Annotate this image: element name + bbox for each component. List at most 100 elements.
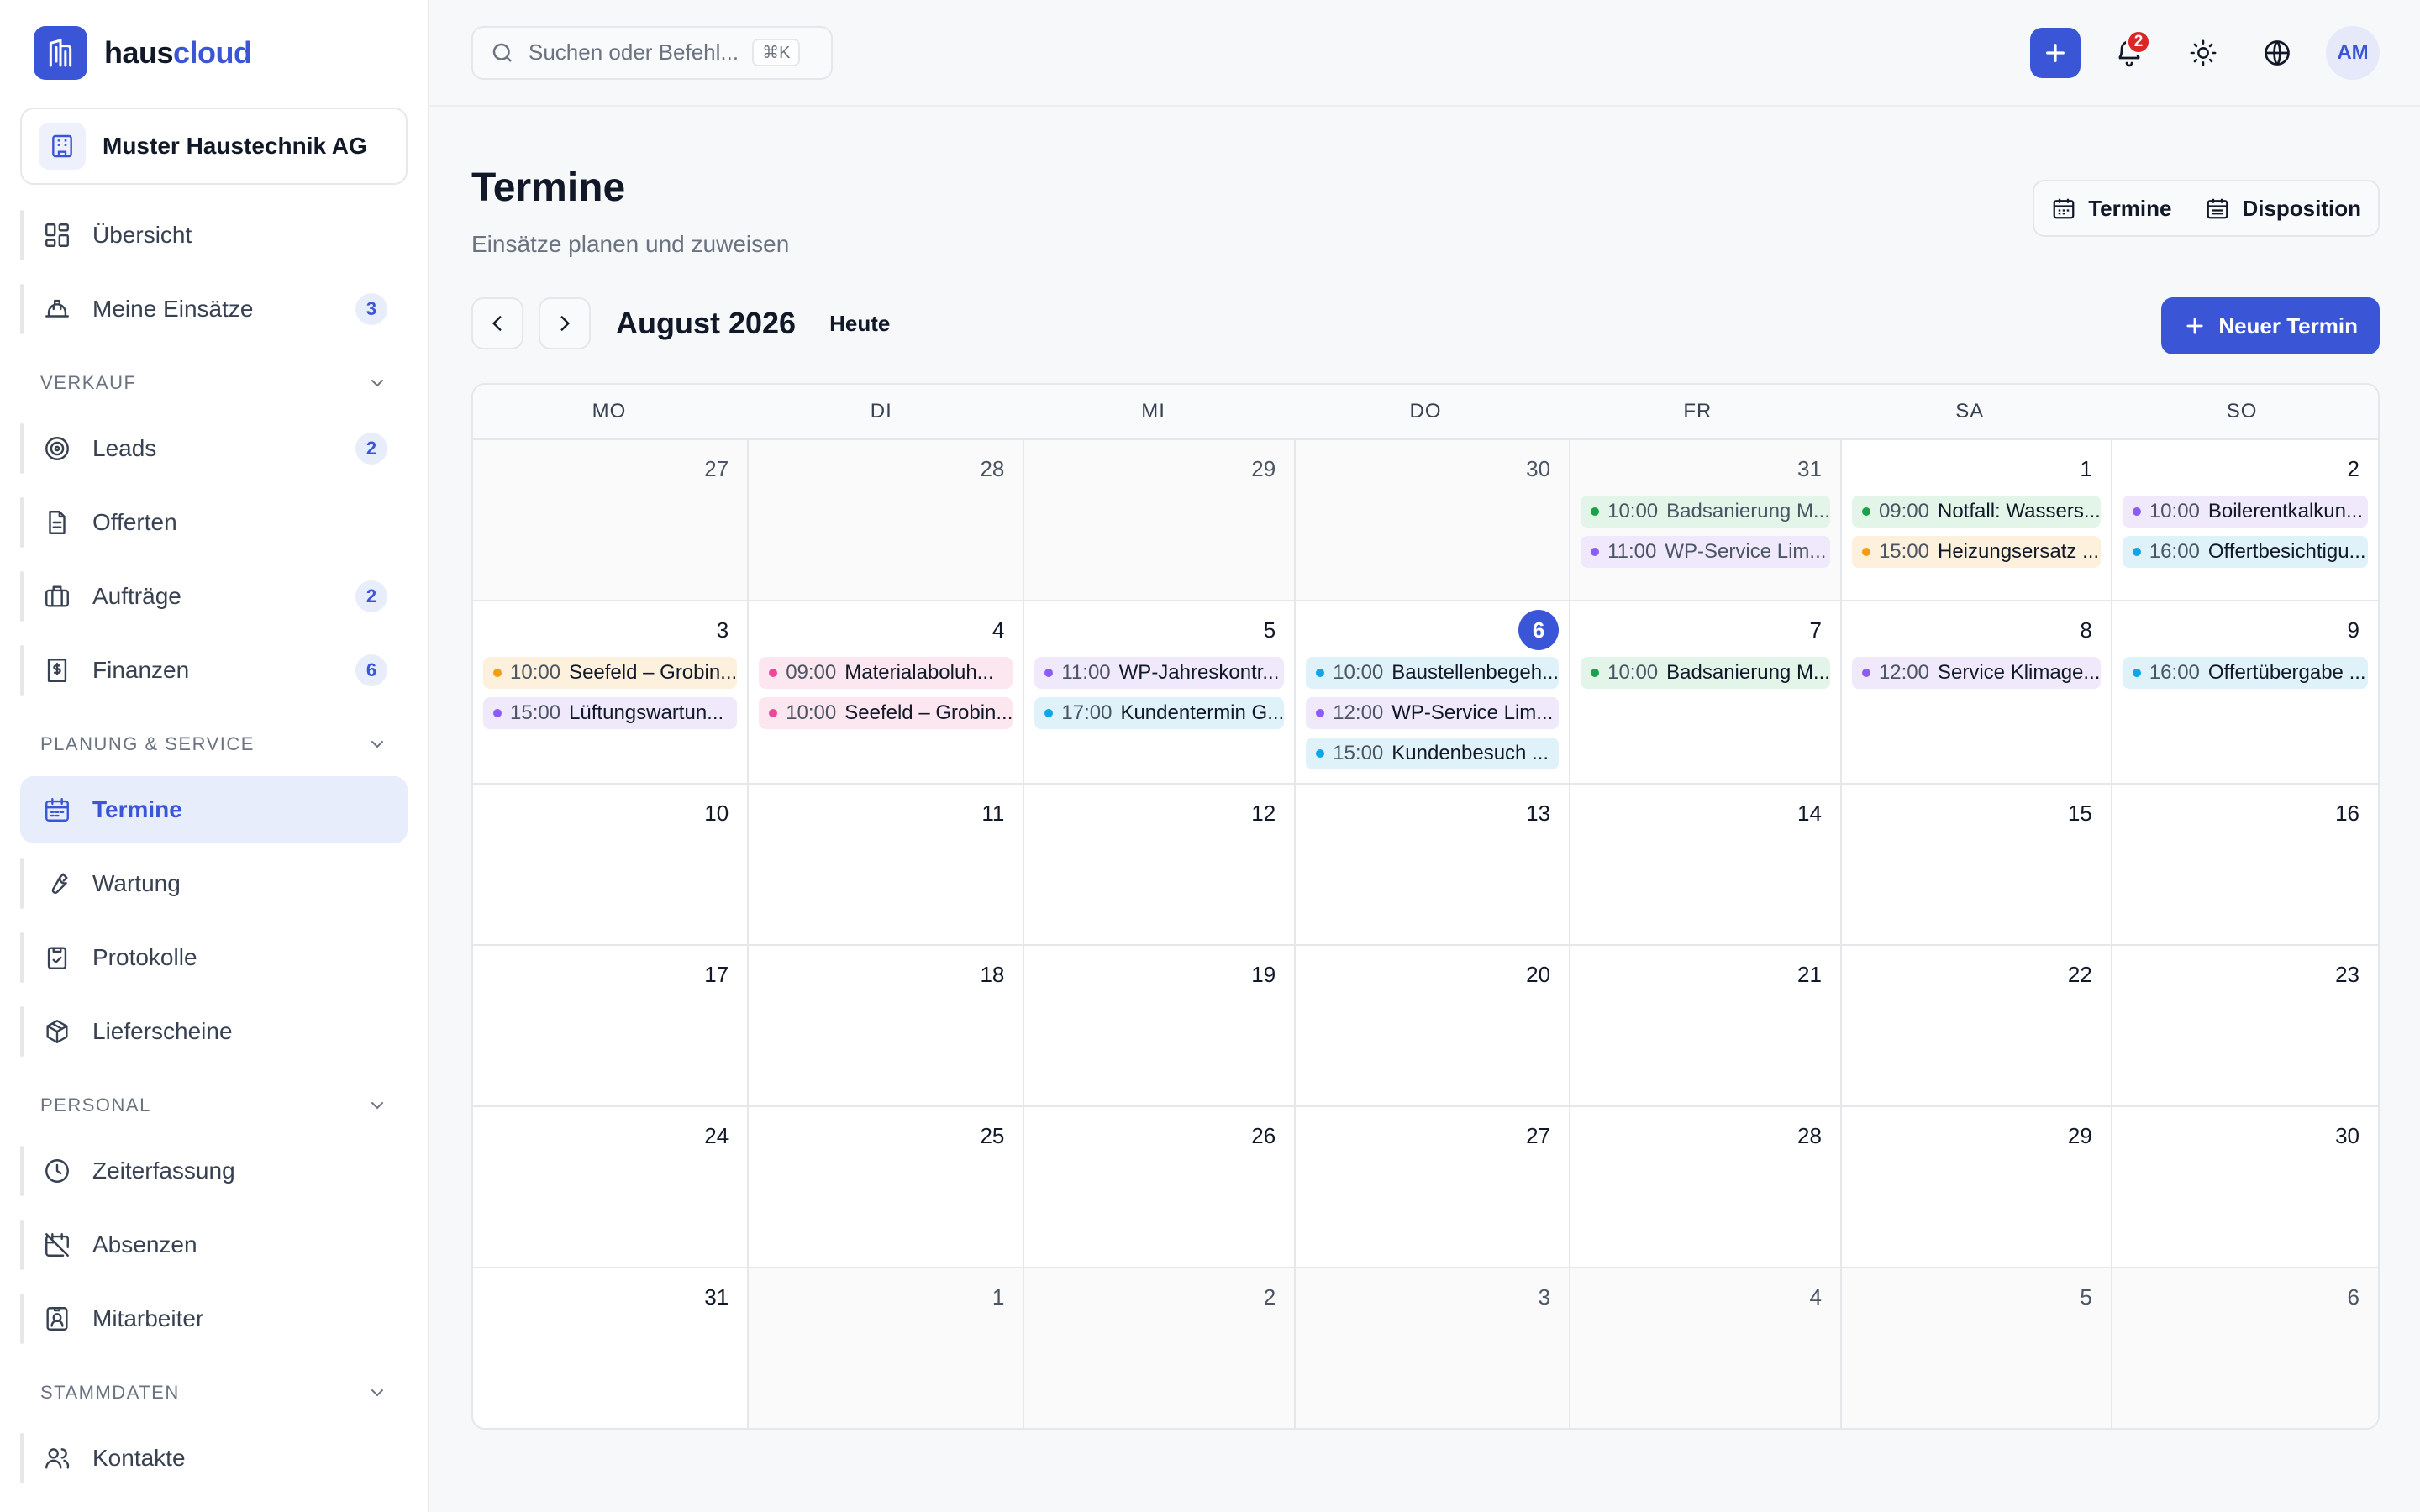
calendar-day-cell[interactable]: 2 10:00 Boilerentkalkun... 16:00 Offertbesic… bbox=[2112, 440, 2378, 601]
calendar-day-cell[interactable]: 30 bbox=[2112, 1107, 2378, 1268]
calendar-event[interactable]: 12:00 Service Klimage... bbox=[1851, 657, 2101, 689]
sidebar-item-lieferscheine[interactable]: Lieferscheine bbox=[20, 998, 408, 1065]
sidebar-item-kontakte[interactable]: Kontakte bbox=[20, 1425, 408, 1492]
calendar-day-cell[interactable]: 20 bbox=[1296, 946, 1571, 1107]
view-disposition-button[interactable]: Disposition bbox=[2205, 196, 2361, 222]
calendar-day-cell[interactable]: 31 bbox=[473, 1268, 750, 1428]
calendar-event[interactable]: 11:00 WP-Service Lim... bbox=[1581, 536, 1830, 568]
sidebar-item-zeiterfassung[interactable]: Zeiterfassung bbox=[20, 1137, 408, 1205]
calendar-day-cell[interactable]: 11 bbox=[749, 785, 1025, 946]
today-button[interactable]: Heute bbox=[829, 311, 890, 337]
calendar-event[interactable]: 10:00 Badsanierung M... bbox=[1581, 496, 1830, 528]
calendar-event[interactable]: 16:00 Offertbesichtigu... bbox=[2122, 536, 2368, 568]
brand[interactable]: hauscloud bbox=[20, 0, 408, 106]
sidebar-item-finanzen[interactable]: Finanzen 6 bbox=[20, 637, 408, 704]
calendar-day-cell[interactable]: 9 16:00 Offertübergabe ... bbox=[2112, 601, 2378, 785]
section-title: Personal bbox=[40, 1095, 151, 1116]
calendar-day-cell[interactable]: 12 bbox=[1024, 785, 1297, 946]
calendar-event[interactable]: 15:00 Kundenbesuch ... bbox=[1306, 738, 1560, 769]
sidebar-item-meine-einsatze[interactable]: Meine Einsätze 3 bbox=[20, 276, 408, 343]
calendar-event[interactable]: 15:00 Heizungsersatz ... bbox=[1851, 536, 2101, 568]
calendar-day-cell[interactable]: 6 bbox=[2112, 1268, 2378, 1428]
calendar-day-cell[interactable]: 21 bbox=[1570, 946, 1842, 1107]
calendar-day-cell[interactable]: 10 bbox=[473, 785, 750, 946]
calendar-day-cell[interactable]: 30 bbox=[1296, 440, 1571, 601]
event-title: Badsanierung M... bbox=[1666, 500, 1830, 522]
weekday-label: MI bbox=[1141, 400, 1165, 423]
calendar-day-cell[interactable]: 17 bbox=[473, 946, 750, 1107]
sidebar-item-leads[interactable]: Leads 2 bbox=[20, 415, 408, 482]
language-button[interactable] bbox=[2252, 28, 2302, 78]
calendar-day-cell[interactable]: 27 bbox=[473, 440, 750, 601]
calendar-day-cell[interactable]: 2 bbox=[1024, 1268, 1297, 1428]
calendar-event[interactable]: 10:00 Baustellenbegeh... bbox=[1306, 657, 1560, 689]
day-number: 16 bbox=[2335, 800, 2360, 826]
calendar-event[interactable]: 11:00 WP-Jahreskontr... bbox=[1034, 657, 1285, 689]
section-header-planung-service[interactable]: Planung & Service bbox=[20, 719, 408, 769]
previous-month-button[interactable] bbox=[471, 297, 523, 349]
calendar-event[interactable]: 16:00 Offertübergabe ... bbox=[2122, 657, 2368, 689]
calendar-day-cell[interactable]: 4 bbox=[1570, 1268, 1842, 1428]
company-name: Muster Haustechnik AG bbox=[103, 133, 367, 159]
view-termine-button[interactable]: Termine bbox=[2051, 196, 2171, 222]
sidebar-item-termine[interactable]: Termine bbox=[20, 776, 408, 843]
calendar-day-cell[interactable]: 6 10:00 Baustellenbegeh... 12:00 WP-Service … bbox=[1296, 601, 1571, 785]
calendar-day-cell[interactable]: 25 bbox=[749, 1107, 1025, 1268]
calendar-day-cell[interactable]: 28 bbox=[749, 440, 1025, 601]
sidebar-item-protokolle[interactable]: Protokolle bbox=[20, 924, 408, 991]
calendar-day-cell[interactable]: 8 12:00 Service Klimage... bbox=[1841, 601, 2112, 785]
calendar-event[interactable]: 10:00 Seefeld – Grobin... bbox=[759, 697, 1013, 729]
section-header-verkauf[interactable]: Verkauf bbox=[20, 358, 408, 408]
calendar-day-cell[interactable]: 1 09:00 Notfall: Wassers... 15:00 Heizungser… bbox=[1841, 440, 2112, 601]
sidebar-item-label: Finanzen bbox=[92, 657, 190, 683]
calendar-day-cell[interactable]: 5 bbox=[1841, 1268, 2112, 1428]
calendar-day-cell[interactable]: 1 bbox=[749, 1268, 1025, 1428]
calendar-event[interactable]: 15:00 Lüftungswartun... bbox=[483, 697, 738, 729]
calendar-day-cell[interactable]: 14 bbox=[1570, 785, 1842, 946]
calendar-event[interactable]: 09:00 Notfall: Wassers... bbox=[1851, 496, 2101, 528]
chevron-left-icon bbox=[492, 316, 502, 331]
calendar-day-cell[interactable]: 22 bbox=[1841, 946, 2112, 1107]
company-switcher[interactable]: Muster Haustechnik AG bbox=[20, 108, 408, 185]
calendar-event[interactable]: 10:00 Boilerentkalkun... bbox=[2122, 496, 2368, 528]
sidebar-item-wartung[interactable]: Wartung bbox=[20, 850, 408, 917]
new-appointment-button[interactable]: Neuer Termin bbox=[2161, 297, 2380, 354]
calendar-day-cell[interactable]: 31 10:00 Badsanierung M... 11:00 WP-Service … bbox=[1570, 440, 1842, 601]
quick-add-button[interactable] bbox=[2030, 27, 2081, 78]
calendar-event[interactable]: 10:00 Seefeld – Grobin... bbox=[483, 657, 738, 689]
calendar-day-cell[interactable]: 26 bbox=[1024, 1107, 1297, 1268]
calendar-day-cell[interactable]: 24 bbox=[473, 1107, 750, 1268]
calendar-day-cell[interactable]: 15 bbox=[1841, 785, 2112, 946]
calendar-day-cell[interactable]: 5 11:00 WP-Jahreskontr... 17:00 Kundentermin… bbox=[1024, 601, 1297, 785]
calendar-day-cell[interactable]: 18 bbox=[749, 946, 1025, 1107]
calendar-day-cell[interactable]: 16 bbox=[2112, 785, 2378, 946]
sidebar-item-ubersicht[interactable]: Übersicht bbox=[20, 202, 408, 269]
calendar-event[interactable]: 12:00 WP-Service Lim... bbox=[1306, 697, 1560, 729]
calendar-day-cell[interactable]: 28 bbox=[1570, 1107, 1842, 1268]
calendar-day-cell[interactable]: 13 bbox=[1296, 785, 1571, 946]
calendar-day-cell[interactable]: 19 bbox=[1024, 946, 1297, 1107]
event-color-dot bbox=[769, 669, 778, 677]
calendar-day-cell[interactable]: 4 09:00 Materialaboluh... 10:00 Seefeld – Gr… bbox=[749, 601, 1025, 785]
theme-toggle-button[interactable] bbox=[2178, 28, 2228, 78]
notifications-button[interactable]: 2 bbox=[2104, 28, 2154, 78]
calendar-event[interactable]: 10:00 Badsanierung M... bbox=[1581, 657, 1830, 689]
calendar-event[interactable]: 09:00 Materialaboluh... bbox=[759, 657, 1013, 689]
sidebar-item-auftrage[interactable]: Aufträge 2 bbox=[20, 563, 408, 630]
calendar-day-cell[interactable]: 29 bbox=[1024, 440, 1297, 601]
calendar-day-cell[interactable]: 27 bbox=[1296, 1107, 1571, 1268]
calendar-event[interactable]: 17:00 Kundentermin G... bbox=[1034, 697, 1285, 729]
section-header-personal[interactable]: Personal bbox=[20, 1080, 408, 1131]
sidebar-item-offerten[interactable]: Offerten bbox=[20, 489, 408, 556]
calendar-day-cell[interactable]: 23 bbox=[2112, 946, 2378, 1107]
calendar-day-cell[interactable]: 3 10:00 Seefeld – Grobin... 15:00 Lüftungswa… bbox=[473, 601, 750, 785]
next-month-button[interactable] bbox=[539, 297, 591, 349]
section-header-stammdaten[interactable]: Stammdaten bbox=[20, 1368, 408, 1418]
calendar-day-cell[interactable]: 29 bbox=[1841, 1107, 2112, 1268]
sidebar-item-mitarbeiter[interactable]: Mitarbeiter bbox=[20, 1285, 408, 1352]
calendar-day-cell[interactable]: 7 10:00 Badsanierung M... bbox=[1570, 601, 1842, 785]
sidebar-item-absenzen[interactable]: Absenzen bbox=[20, 1211, 408, 1278]
user-avatar[interactable]: AM bbox=[2326, 25, 2380, 80]
search-input[interactable]: Suchen oder Befehl... ⌘K bbox=[471, 25, 833, 80]
calendar-day-cell[interactable]: 3 bbox=[1296, 1268, 1571, 1428]
